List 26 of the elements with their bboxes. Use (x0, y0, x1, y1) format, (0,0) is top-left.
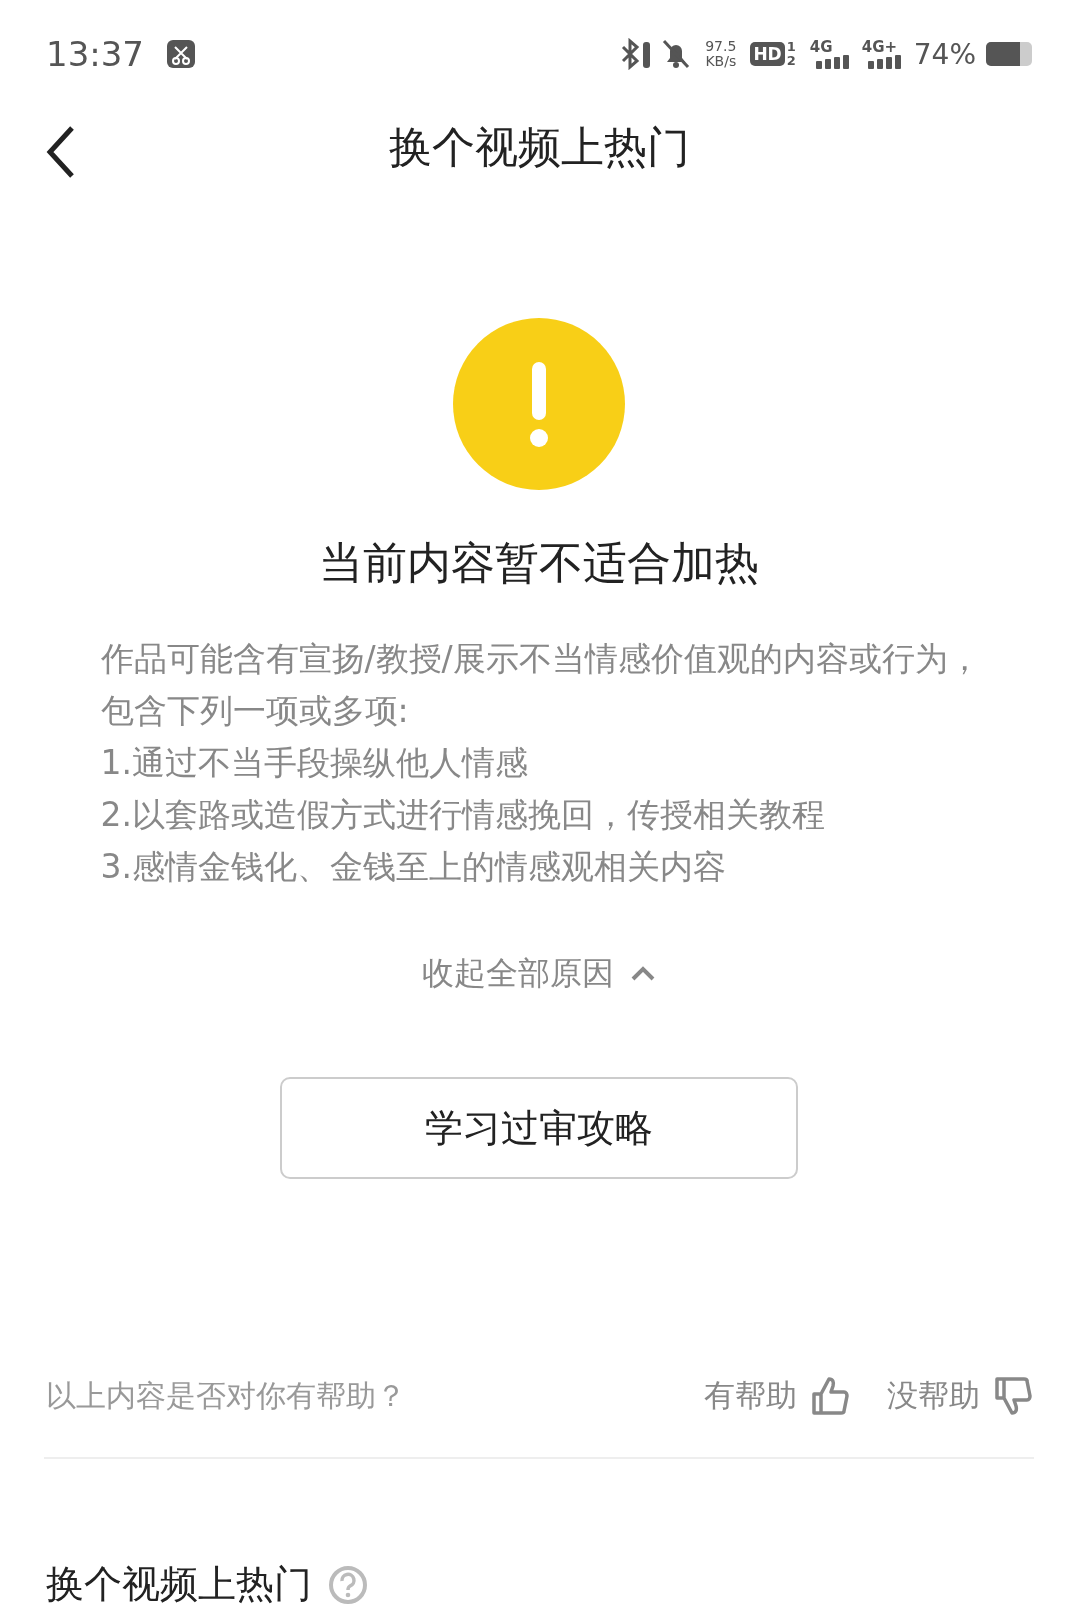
feedback-question: 以上内容是否对你有帮助？ (46, 1376, 407, 1415)
battery-icon (986, 42, 1032, 66)
warning-icon (453, 318, 625, 490)
section-title: 换个视频上热门 (46, 1561, 312, 1608)
network-type: 4G (809, 39, 834, 55)
learn-guide-button[interactable]: 学习过审攻略 (280, 1077, 798, 1179)
network-speed: 97.5 KB/s (705, 39, 737, 69)
not-helpful-button[interactable]: 没帮助 (887, 1375, 1032, 1417)
thumbs-down-icon (994, 1376, 1032, 1416)
network-type: 4G+ (861, 39, 899, 55)
helpful-button[interactable]: 有帮助 (704, 1375, 849, 1417)
reason-text: 3.感情金钱化、金钱至上的情感观相关内容 (100, 846, 727, 888)
sim-indicator: 1 2 (786, 40, 796, 68)
result-headline: 当前内容暂不适合加热 (319, 536, 759, 590)
chevron-up-icon (630, 966, 656, 982)
page-title: 换个视频上热门 (388, 121, 690, 174)
reason-text: 1.通过不当手段操纵他人情感 (100, 742, 529, 784)
muted-bell-icon (661, 38, 692, 70)
reason-text: 2.以套路或造假方式进行情感挽回，传授相关教程 (100, 794, 826, 836)
collapse-reasons-toggle[interactable]: 收起全部原因 (416, 951, 662, 997)
hd-badge: HD (750, 42, 785, 66)
battery-percent: 74% (913, 37, 976, 71)
clock-time: 13:37 (46, 34, 144, 74)
reason-text: 作品可能含有宣扬/教授/展示不当情感价值观的内容或行为，包含下列一项或多项: (100, 638, 982, 732)
screenshot-icon (166, 39, 196, 69)
thumbs-up-icon (811, 1376, 849, 1416)
